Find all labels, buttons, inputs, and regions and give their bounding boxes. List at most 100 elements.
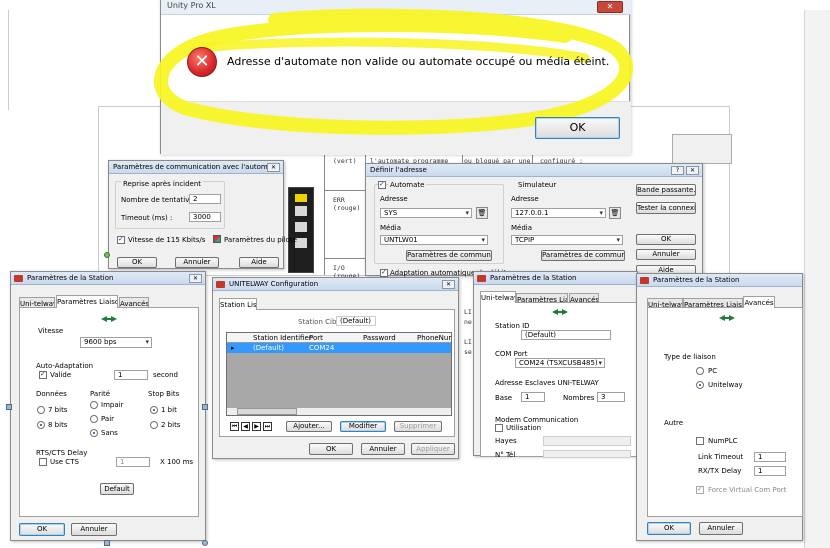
prev-record-button[interactable]: ◀ xyxy=(241,422,250,431)
delete-button[interactable]: Supprimer xyxy=(394,421,442,432)
unitelway-cancel-button[interactable]: Annuler xyxy=(361,443,405,455)
plc-checkbox[interactable] xyxy=(378,180,386,189)
rts-cts-label: RTS/CTS Delay xyxy=(36,449,88,457)
no-parity-radio[interactable] xyxy=(90,429,98,437)
no-parity-label: Sans xyxy=(101,429,118,437)
trash-icon[interactable]: 🗑 xyxy=(476,207,488,219)
comm-ok-button[interactable]: OK xyxy=(117,257,157,268)
plc-led xyxy=(295,194,307,202)
app-icon xyxy=(477,275,486,282)
auto-adapt-checkbox[interactable] xyxy=(380,268,388,277)
2-bits-radio[interactable] xyxy=(150,421,158,429)
modify-button[interactable]: Modifier xyxy=(340,421,386,432)
force-com-checkbox[interactable] xyxy=(696,485,704,494)
base-label: Base xyxy=(495,394,513,402)
close-icon[interactable]: ✕ xyxy=(686,166,699,175)
rxtx-delay-field[interactable]: 1 xyxy=(754,466,786,476)
sim-comm-params-button[interactable]: Paramètres de communication xyxy=(541,250,625,261)
unitelway-config-dialog: UNITELWAY Configuration ✕ Station List St… xyxy=(212,277,459,459)
default-button[interactable]: Default xyxy=(100,483,134,495)
station-grid: Station Identifier Port Password PhoneNu… xyxy=(226,332,452,416)
valid-checkbox[interactable] xyxy=(39,370,47,379)
tab-advanced[interactable]: Avancés xyxy=(743,296,775,308)
bg-side1: LI xyxy=(464,308,472,316)
plc-comm-params-button[interactable]: Paramètres de communication xyxy=(406,250,492,261)
link-icon xyxy=(719,315,735,321)
pc-radio[interactable] xyxy=(696,367,704,375)
auto-adapt-label: Auto-Adaptation xyxy=(36,362,94,370)
address-cancel-button[interactable]: Annuler xyxy=(636,249,696,260)
station-id-field[interactable]: (Default) xyxy=(521,330,611,340)
com-port-label: COM Port xyxy=(495,350,528,358)
station3-cancel-button[interactable]: Annuler xyxy=(699,522,743,535)
speed-combo[interactable]: 9600 bps xyxy=(80,337,152,348)
unitelway-ok-button[interactable]: OK xyxy=(309,443,353,455)
comm-cancel-button[interactable]: Annuler xyxy=(175,257,219,268)
first-record-button[interactable]: ⏮ xyxy=(230,422,239,431)
scroll-thumb[interactable] xyxy=(237,408,297,415)
link-params-panel: Vitesse 9600 bps Auto-Adaptation Valide … xyxy=(19,307,199,517)
8-bits-radio[interactable] xyxy=(37,421,45,429)
base-field[interactable]: 1 xyxy=(521,392,545,402)
add-button[interactable]: Ajouter... xyxy=(286,421,332,432)
numplc-checkbox[interactable] xyxy=(696,437,704,445)
tab-station-list[interactable]: Station List xyxy=(219,298,257,310)
trash-icon[interactable]: 🗑 xyxy=(609,207,621,219)
count-field[interactable]: 3 xyxy=(597,392,625,402)
unitelway-apply-button[interactable]: Appliquer xyxy=(411,443,455,455)
comm-params-dialog: Paramètres de communication avec l'autom… xyxy=(108,160,297,269)
station1-ok-button[interactable]: OK xyxy=(19,523,65,536)
station1-cancel-button[interactable]: Annuler xyxy=(71,523,117,536)
phone-field[interactable] xyxy=(543,450,631,458)
plc-media-combo[interactable]: UNTLW01 xyxy=(380,235,488,245)
driver-params-link[interactable]: Paramètres du pilote xyxy=(224,236,297,244)
7-bits-label: 7 bits xyxy=(48,406,68,414)
modem-use-checkbox[interactable] xyxy=(495,424,503,432)
close-icon[interactable]: ✕ xyxy=(442,280,455,289)
odd-parity-radio[interactable] xyxy=(90,401,98,409)
speed-115k-checkbox[interactable] xyxy=(117,235,125,244)
sim-address-combo[interactable]: 127.0.0.1 xyxy=(511,208,606,218)
plc-led xyxy=(295,206,307,216)
link-icon-shape xyxy=(719,315,735,321)
last-record-button[interactable]: ⏭ xyxy=(263,422,272,431)
tab-unitelway[interactable]: Uni-telway xyxy=(480,291,516,303)
plc-address-combo[interactable]: SYS xyxy=(380,208,472,218)
selection-handle xyxy=(202,404,208,410)
even-parity-radio[interactable] xyxy=(90,415,98,423)
even-parity-label: Pair xyxy=(101,415,115,423)
retries-field[interactable]: 2 xyxy=(189,194,221,204)
hayes-field[interactable] xyxy=(543,436,631,446)
address-ok-button[interactable]: OK xyxy=(636,234,696,245)
close-icon[interactable]: ✕ xyxy=(189,274,202,283)
timeout-field[interactable]: 3000 xyxy=(189,212,221,222)
close-icon[interactable]: ✕ xyxy=(267,163,280,172)
use-cts-checkbox[interactable] xyxy=(39,458,47,466)
station-params-1-title: Paramètres de la Station xyxy=(27,274,114,282)
station3-ok-button[interactable]: OK xyxy=(647,522,691,535)
rts-delay-field[interactable]: 1 xyxy=(116,457,150,467)
com-port-combo[interactable]: COM24 (TSXCUSB485) xyxy=(515,358,605,368)
1-bit-radio[interactable] xyxy=(150,406,158,414)
comm-params-title: Paramètres de communication avec l'autom… xyxy=(113,163,280,171)
column-header[interactable]: PhoneNumb xyxy=(417,334,451,342)
column-header[interactable]: Station Identifier xyxy=(253,334,312,342)
x100ms-label: X 100 ms xyxy=(160,458,194,466)
unitelway-radio[interactable] xyxy=(696,381,704,389)
comm-help-button[interactable]: Aide xyxy=(239,257,279,268)
error-ok-button[interactable]: OK xyxy=(535,117,620,139)
link-timeout-field[interactable]: 1 xyxy=(754,452,786,462)
next-record-button[interactable]: ▶ xyxy=(252,422,261,431)
help-icon[interactable]: ? xyxy=(671,166,684,175)
7-bits-radio[interactable] xyxy=(37,406,45,414)
column-header[interactable]: Password xyxy=(363,334,396,342)
column-header[interactable]: Port xyxy=(309,334,323,342)
highlight-stroke xyxy=(154,8,634,135)
tab-link-params[interactable]: Paramètres Liaison xyxy=(56,295,118,308)
bg-io: I/O xyxy=(333,264,345,272)
bandwidth-button[interactable]: Bande passante... xyxy=(636,184,696,196)
define-address-dialog: Définir l'adresse ?✕ Automate Adresse SY… xyxy=(365,163,703,277)
auto-adapt-delay-field[interactable]: 1 xyxy=(114,370,148,380)
sim-media-combo[interactable]: TCPIP xyxy=(511,235,623,245)
test-connection-button[interactable]: Tester la connexion xyxy=(636,202,696,214)
